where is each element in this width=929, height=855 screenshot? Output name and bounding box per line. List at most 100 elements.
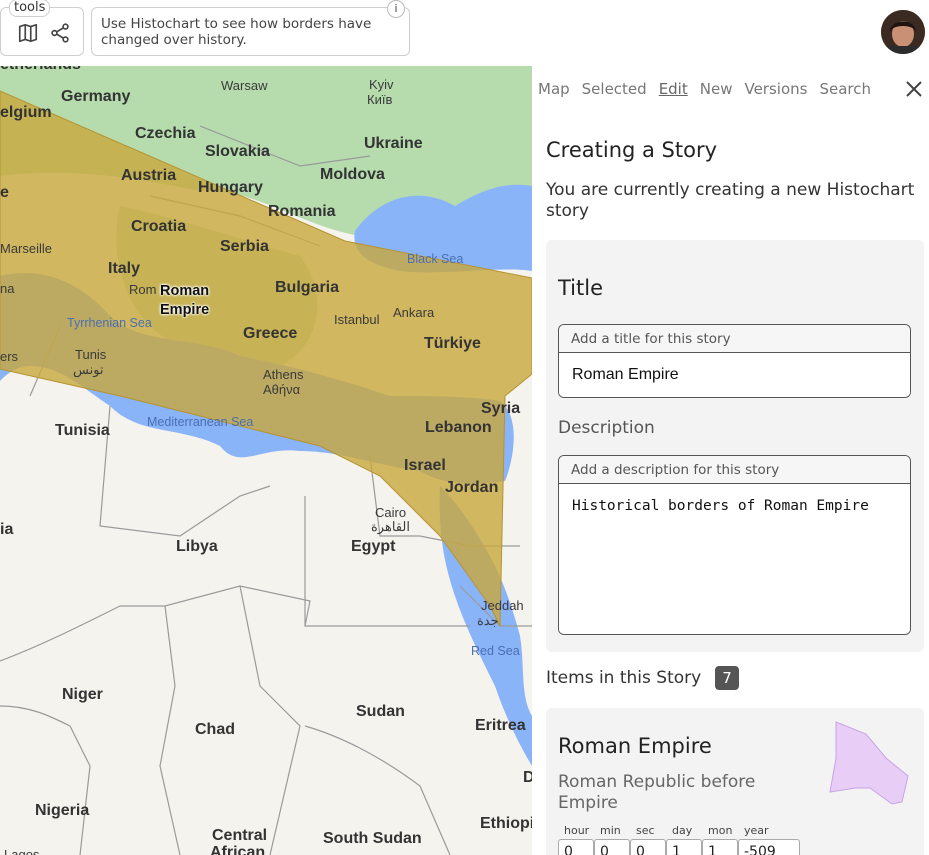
label-chad: Chad: [195, 721, 235, 738]
time-sec-label: sec: [636, 824, 655, 837]
label-tunis: Tunis: [75, 347, 107, 362]
user-avatar[interactable]: [881, 10, 925, 54]
tab-versions[interactable]: Versions: [744, 80, 807, 98]
label-black-sea: Black Sea: [407, 252, 464, 266]
label-slovakia: Slovakia: [205, 143, 270, 160]
map-view[interactable]: etherlands Germany elgium Czechia Slovak…: [0, 66, 532, 855]
map-icon: [18, 23, 38, 43]
label-tunis-arabic: تونس: [73, 362, 104, 377]
share-icon: [51, 23, 69, 43]
side-panel: Map Selected Edit New Versions Search Cr…: [532, 66, 929, 855]
avatar-icon: [881, 10, 925, 54]
label-cairo-arabic: القاهرة: [371, 519, 410, 534]
title-input[interactable]: [559, 353, 910, 397]
item-name: Roman Empire: [558, 734, 712, 758]
label-hungary: Hungary: [198, 179, 263, 196]
label-turkiye: Türkiye: [424, 335, 481, 352]
label-ers: ers: [0, 349, 19, 364]
time-min-input[interactable]: 0: [594, 839, 630, 855]
item-description: Roman Republic before Empire: [558, 772, 756, 813]
empire-label-line2: Empire: [160, 302, 210, 318]
time-hour-input[interactable]: 0: [558, 839, 594, 855]
label-cairo: Cairo: [375, 505, 407, 520]
label-netherlands: etherlands: [0, 66, 81, 74]
items-header: Items in this Story 7: [546, 666, 739, 690]
label-niger: Niger: [62, 686, 103, 703]
tools-group: tools: [0, 0, 84, 56]
time-day-label: day: [672, 824, 693, 837]
label-jeddah: Jeddah: [481, 598, 524, 613]
tab-selected[interactable]: Selected: [582, 80, 647, 98]
description-hint: Add a description for this story: [559, 456, 910, 484]
share-button[interactable]: [47, 20, 73, 46]
time-min: min 0: [594, 824, 630, 855]
label-libya: Libya: [176, 538, 218, 555]
label-red-sea: Red Sea: [471, 644, 520, 658]
label-croatia: Croatia: [131, 218, 187, 235]
info-button[interactable]: i: [387, 0, 405, 18]
panel-tabs: Map Selected Edit New Versions Search: [538, 80, 883, 98]
time-year-label: year: [744, 824, 769, 837]
time-day: day 1: [666, 824, 702, 855]
label-sudan: Sudan: [356, 703, 405, 720]
label-rome: Rom: [129, 282, 157, 297]
label-serbia: Serbia: [220, 238, 269, 255]
tab-search[interactable]: Search: [819, 80, 871, 98]
close-button[interactable]: [904, 79, 924, 99]
label-marseille: Marseille: [0, 241, 53, 256]
page-title: Creating a Story: [546, 138, 718, 162]
time-mon: mon 1: [702, 824, 738, 855]
label-israel: Israel: [404, 457, 446, 474]
map-button[interactable]: [15, 20, 41, 46]
label-athens: Athens: [263, 367, 304, 382]
label-kyiv-cyrillic: Київ: [367, 92, 393, 107]
label-egypt: Egypt: [351, 538, 396, 555]
label-athens-greek: Αθήνα: [263, 382, 301, 397]
roman-empire-map-label[interactable]: Roman Empire: [160, 282, 209, 320]
empire-label-line1: Roman: [160, 283, 210, 299]
item-shape-thumbnail: [829, 721, 909, 805]
label-nigeria: Nigeria: [35, 802, 90, 819]
map-canvas[interactable]: [0, 66, 532, 855]
label-mediterranean-sea: Mediterranean Sea: [147, 415, 254, 429]
time-day-input[interactable]: 1: [666, 839, 702, 855]
label-austria: Austria: [121, 167, 177, 184]
story-form: Title Add a title for this story Descrip…: [546, 240, 924, 652]
items-label: Items in this Story: [546, 668, 702, 688]
label-bulgaria: Bulgaria: [275, 279, 340, 296]
label-greece: Greece: [243, 325, 298, 342]
label-tyrrhenian-sea: Tyrrhenian Sea: [67, 316, 152, 330]
description-field: Add a description for this story Histori…: [558, 455, 911, 635]
label-jeddah-arabic: جدة: [477, 613, 499, 628]
time-sec: sec 0: [630, 824, 666, 855]
label-ukraine: Ukraine: [364, 135, 423, 152]
title-field: Add a title for this story: [558, 324, 911, 398]
label-african: African: [210, 844, 266, 855]
tab-map[interactable]: Map: [538, 80, 570, 98]
label-ethiopia: Ethiopi: [480, 815, 532, 832]
story-item-card[interactable]: Roman Empire Roman Republic before Empir…: [546, 708, 924, 855]
label-germany: Germany: [61, 88, 131, 105]
close-icon: [906, 81, 922, 97]
label-e: e: [0, 184, 9, 201]
time-year-input[interactable]: -509: [738, 839, 800, 855]
time-min-label: min: [600, 824, 621, 837]
label-lagos: Lagos: [4, 847, 40, 855]
tab-edit[interactable]: Edit: [659, 80, 688, 98]
page-subtitle: You are currently creating a new Histoch…: [546, 180, 915, 221]
info-box: Use Histochart to see how borders have c…: [91, 0, 410, 56]
time-mon-label: mon: [708, 824, 733, 837]
description-input[interactable]: Historical borders of Roman Empire: [559, 484, 910, 634]
label-eritrea: Eritrea: [475, 717, 526, 734]
time-hour: hour 0: [558, 824, 594, 855]
time-hour-label: hour: [564, 824, 590, 837]
label-romania: Romania: [268, 203, 336, 220]
item-time-fields: hour 0 min 0 sec 0 day 1 mon 1 year -509: [558, 824, 800, 855]
label-italy: Italy: [108, 260, 141, 277]
tab-new[interactable]: New: [700, 80, 733, 98]
time-mon-input[interactable]: 1: [702, 839, 738, 855]
time-year: year -509: [738, 824, 800, 855]
label-syria: Syria: [481, 400, 521, 417]
time-sec-input[interactable]: 0: [630, 839, 666, 855]
items-count-badge: 7: [715, 666, 739, 690]
